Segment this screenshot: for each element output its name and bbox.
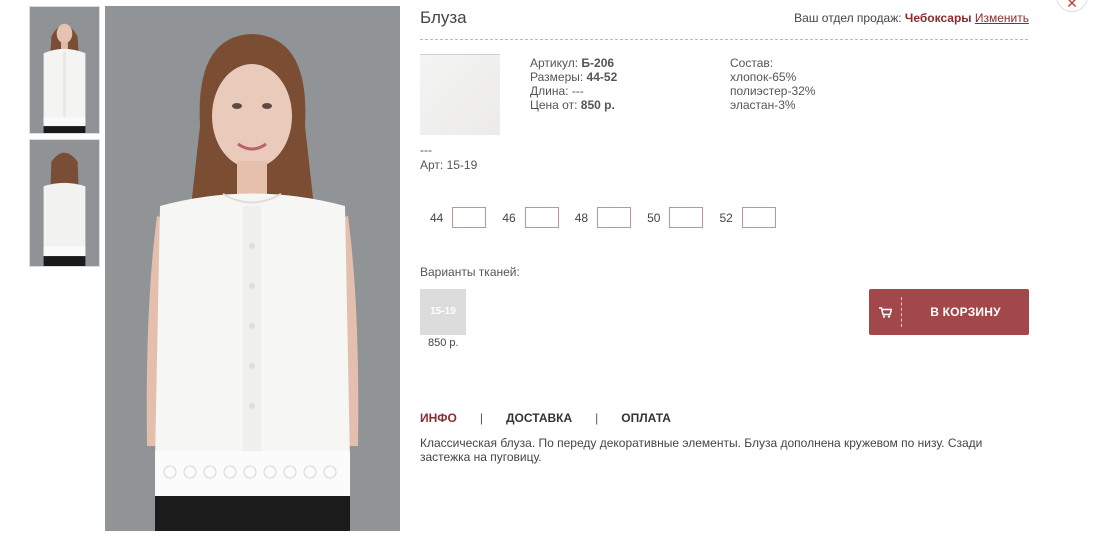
size-option-44: 44 — [430, 207, 487, 228]
size-option-46: 46 — [502, 207, 559, 228]
price-value: 850 р. — [580, 98, 615, 112]
tab-separator: | — [595, 411, 599, 425]
spec-article: Артикул: Б-206 — [530, 56, 617, 70]
cart-icon — [869, 297, 902, 327]
product-note: --- Арт: 15-19 — [420, 143, 477, 173]
fabric-variants-label: Варианты тканей: — [420, 265, 520, 279]
article-label: Артикул: — [530, 56, 579, 70]
add-to-cart-button[interactable]: В КОРЗИНУ — [869, 289, 1029, 335]
main-product-image — [105, 6, 400, 531]
size-quantity-input[interactable] — [669, 207, 704, 228]
size-quantity-input[interactable] — [741, 207, 776, 228]
product-composition: Состав: хлопок-65% полиэстер-32% эластан… — [730, 56, 815, 112]
note-line: --- — [420, 143, 432, 157]
size-quantity-input[interactable] — [452, 207, 487, 228]
sales-dept-label: Ваш отдел продаж: — [794, 11, 902, 25]
composition-item: эластан-3% — [730, 98, 796, 112]
fabric-swatch-image[interactable] — [420, 54, 500, 135]
tab-info[interactable]: ИНФО — [420, 411, 457, 425]
composition-label: Состав: — [730, 56, 774, 70]
close-button[interactable]: ✕ — [1056, 0, 1088, 12]
spec-sizes: Размеры: 44-52 — [530, 70, 617, 84]
note-article: Арт: 15-19 — [420, 158, 478, 172]
header-divider — [420, 39, 1028, 40]
spec-price: Цена от: 850 р. — [530, 98, 617, 112]
close-icon: ✕ — [1066, 0, 1078, 11]
tab-separator: | — [479, 411, 483, 425]
tab-delivery[interactable]: ДОСТАВКА — [506, 411, 572, 425]
article-value: Б-206 — [581, 56, 615, 70]
spec-length: Длина: --- — [530, 84, 617, 98]
sales-department: Ваш отдел продаж: Чебоксары Изменить — [794, 11, 1029, 25]
size-quantity-input[interactable] — [597, 207, 632, 228]
size-option-50: 50 — [647, 207, 704, 228]
thumbnail-back-image — [30, 140, 99, 266]
size-quantity-input[interactable] — [524, 207, 559, 228]
change-city-link[interactable]: Изменить — [975, 11, 1029, 25]
product-tabs: ИНФО | ДОСТАВКА | ОПЛАТА — [420, 411, 671, 425]
tab-payment[interactable]: ОПЛАТА — [621, 411, 671, 425]
sizes-label: Размеры: — [530, 70, 584, 84]
main-product-photo[interactable] — [105, 6, 400, 531]
length-value: --- — [571, 84, 584, 98]
product-description: Классическая блуза. По переду декоративн… — [420, 436, 983, 464]
fabric-variant-price: 850 р. — [428, 337, 459, 349]
size-option-52: 52 — [719, 207, 776, 228]
thumbnail-back[interactable] — [29, 139, 100, 267]
thumbnail-front[interactable] — [29, 6, 100, 134]
size-label: 48 — [574, 210, 589, 225]
price-label: Цена от: — [530, 98, 578, 112]
composition-item: полиэстер-32% — [730, 84, 816, 98]
fabric-variant-swatch[interactable]: 15-19 — [420, 289, 466, 335]
size-quantity-row: 44 46 48 50 52 — [430, 207, 792, 228]
size-label: 52 — [719, 210, 733, 225]
size-label: 44 — [430, 210, 444, 225]
length-label: Длина: — [530, 84, 569, 98]
sales-dept-city: Чебоксары — [904, 11, 972, 25]
size-label: 50 — [647, 210, 661, 225]
thumbnail-front-image — [30, 7, 99, 133]
size-label: 46 — [502, 210, 516, 225]
size-option-48: 48 — [574, 207, 632, 228]
composition-item: хлопок-65% — [730, 70, 797, 84]
sizes-value: 44-52 — [586, 70, 618, 84]
add-to-cart-label: В КОРЗИНУ — [930, 305, 1001, 319]
product-title: Блуза — [420, 8, 467, 27]
product-specs: Артикул: Б-206 Размеры: 44-52 Длина: ---… — [530, 56, 617, 112]
